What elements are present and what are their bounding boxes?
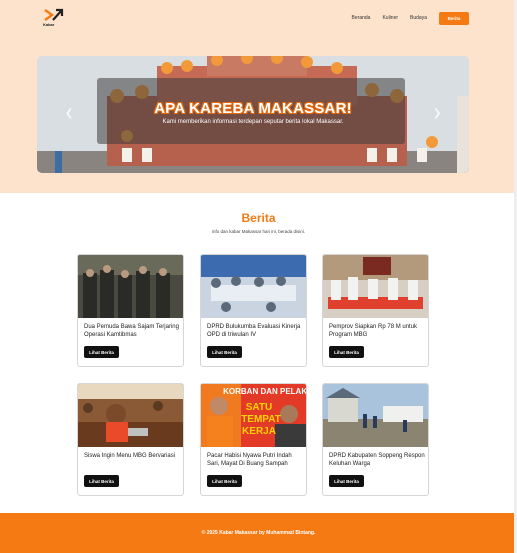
read-news-button[interactable]: Lihat Berita bbox=[329, 346, 364, 358]
read-news-button[interactable]: Lihat Berita bbox=[207, 346, 242, 358]
news-card: KORBAN DAN PELAKU SATU TEMPAT KERJA Paca… bbox=[200, 383, 307, 496]
nav-link-kuliner[interactable]: Kuliner bbox=[382, 12, 398, 25]
nav-link-budaya[interactable]: Budaya bbox=[410, 12, 427, 25]
nav-button-berita[interactable]: Berita bbox=[439, 12, 469, 25]
news-title: Siswa Ingin Menu MBG Bervariasi bbox=[84, 453, 176, 459]
section-title: Berita bbox=[241, 211, 276, 225]
news-image bbox=[201, 255, 306, 318]
hero-carousel: APA KAREBA MAKASSAR! Kami memberikan inf… bbox=[37, 56, 469, 173]
news-title: Dua Pemuda Bawa Sajam Terjaring Operasi … bbox=[84, 324, 179, 338]
news-title: DPRD Kabupaten Soppeng Respon Keluhan Wa… bbox=[329, 453, 425, 467]
news-card: Siswa Ingin Menu MBG Bervariasi Lihat Be… bbox=[77, 383, 184, 496]
news-title: Pacar Habisi Nyawa Putri Indah Sari, May… bbox=[207, 453, 292, 467]
news-card: Pemprov Siapkan Rp 78 M untuk Program MB… bbox=[322, 254, 429, 367]
image-caption-line: SATU bbox=[246, 402, 272, 413]
news-image: KORBAN DAN PELAKU SATU TEMPAT KERJA bbox=[201, 384, 306, 447]
news-image bbox=[323, 255, 428, 318]
news-card: DPRD Bulukumba Evaluasi Kinerja OPD di t… bbox=[200, 254, 307, 367]
hero-subtitle: Kami memberikan informasi terdepan seput… bbox=[162, 119, 344, 125]
nav-link-beranda[interactable]: Beranda bbox=[352, 12, 371, 25]
nav-links: Beranda Kuliner Budaya Berita bbox=[340, 12, 469, 25]
navbar: Kabar Beranda Kuliner Budaya Berita bbox=[0, 0, 517, 40]
logo-text: Kabar bbox=[43, 22, 55, 27]
footer-copyright: © 2025 Kabar Makassar by Muhammad Bintan… bbox=[201, 530, 316, 536]
news-image bbox=[78, 255, 183, 318]
image-caption-line: TEMPAT bbox=[241, 414, 281, 425]
image-caption-line: KERJA bbox=[242, 426, 276, 437]
read-news-button[interactable]: Lihat Berita bbox=[84, 475, 119, 487]
read-news-button[interactable]: Lihat Berita bbox=[207, 475, 242, 487]
read-news-button[interactable]: Lihat Berita bbox=[329, 475, 364, 487]
section-subtitle: info dan kabar Makassar hari ini, berada… bbox=[211, 229, 306, 234]
chevron-right-icon[interactable]: ❯ bbox=[433, 108, 441, 119]
news-card: DPRD Kabupaten Soppeng Respon Keluhan Wa… bbox=[322, 383, 429, 496]
read-news-button[interactable]: Lihat Berita bbox=[84, 346, 119, 358]
logo-arrow-icon bbox=[44, 8, 64, 21]
image-caption-line: KORBAN DAN PELAKU bbox=[223, 387, 306, 396]
news-card: Dua Pemuda Bawa Sajam Terjaring Operasi … bbox=[77, 254, 184, 367]
news-title: Pemprov Siapkan Rp 78 M untuk Program MB… bbox=[329, 324, 418, 338]
news-title: DPRD Bulukumba Evaluasi Kinerja OPD di t… bbox=[207, 324, 301, 338]
news-image bbox=[323, 384, 428, 447]
footer: © 2025 Kabar Makassar by Muhammad Bintan… bbox=[0, 513, 517, 553]
hero-title: APA KAREBA MAKASSAR! bbox=[154, 100, 352, 117]
news-image bbox=[78, 384, 183, 447]
chevron-left-icon[interactable]: ❮ bbox=[65, 108, 73, 119]
